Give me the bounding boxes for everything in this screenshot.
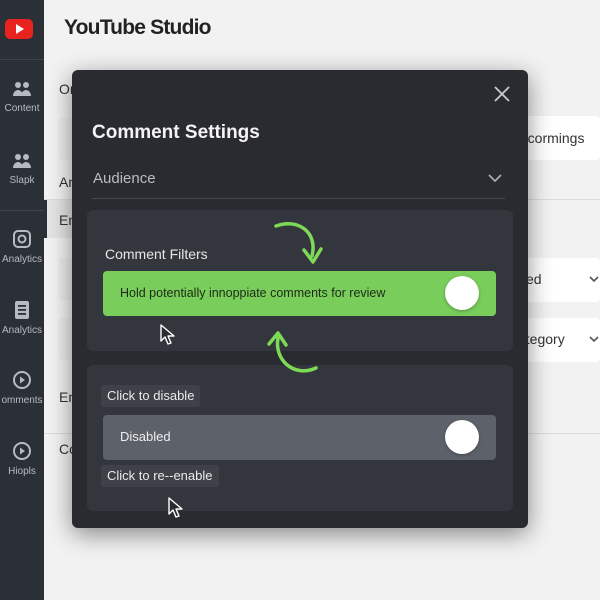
curved-arrow-up-icon	[267, 331, 318, 373]
youtube-logo-icon[interactable]	[5, 19, 33, 39]
chevron-down-icon	[589, 276, 599, 283]
sidebar-item-content[interactable]: Content	[0, 80, 44, 114]
section-heading: Comment Filters	[105, 246, 208, 262]
toggle-knob[interactable]	[445, 276, 479, 310]
chevron-down-icon	[488, 174, 502, 183]
curved-arrow-down-icon	[274, 222, 323, 264]
tooltip-disable: Click to disable	[101, 385, 201, 407]
sidebar-item-label: Hiopls	[8, 466, 36, 477]
sidebar-item-label: Content	[4, 103, 40, 114]
sidebar-divider	[0, 59, 44, 60]
sidebar-divider	[0, 210, 44, 211]
modal-title: Comment Settings	[92, 122, 260, 143]
play-circle-icon	[13, 371, 31, 389]
play-circle-icon	[13, 442, 31, 460]
chevron-down-icon	[589, 336, 599, 343]
comment-settings-modal: Comment Settings Audience Comment Filter…	[72, 70, 528, 528]
close-icon[interactable]	[492, 84, 512, 104]
disabled-toggle[interactable]: Disabled	[103, 415, 496, 460]
toggle-knob[interactable]	[445, 420, 479, 454]
people-icon	[13, 82, 31, 96]
mouse-cursor-icon	[160, 324, 175, 345]
mouse-cursor-icon	[168, 497, 183, 518]
sidebar-item-label: Analytics	[1, 325, 42, 336]
hold-comments-toggle[interactable]: Hold potentially innoppiate comments for…	[103, 271, 496, 316]
audience-dropdown[interactable]: Audience	[92, 166, 505, 199]
toggle-label: Disabled	[120, 429, 171, 444]
sidebar-item-slapk[interactable]: Slapk	[0, 152, 44, 186]
tooltip-enable: Click to re--enable	[101, 465, 219, 487]
disabled-filter-card: Click to disable Disabled Click to re--e…	[87, 365, 513, 511]
background-text: ed	[526, 271, 542, 287]
sidebar-item-label: omments	[1, 395, 43, 406]
sidebar-item-comments[interactable]: omments	[0, 370, 44, 406]
sidebar-item-hiopls[interactable]: Hiopls	[0, 441, 44, 477]
sidebar-item-label: Analytics	[1, 254, 42, 265]
camera-icon	[13, 230, 31, 248]
sidebar: Content Slapk Analytics Analytics omment…	[0, 0, 44, 600]
app-title: YouTube Studio	[64, 16, 211, 39]
dropdown-value: Audience	[93, 170, 156, 187]
people-icon	[13, 154, 31, 168]
toggle-label: Hold potentially innoppiate comments for…	[120, 286, 386, 300]
sidebar-item-label: Slapk	[9, 175, 35, 186]
sidebar-item-analytics[interactable]: Analytics	[0, 229, 44, 265]
document-icon	[15, 301, 29, 319]
sidebar-item-analytics-2[interactable]: Analytics	[0, 300, 44, 336]
